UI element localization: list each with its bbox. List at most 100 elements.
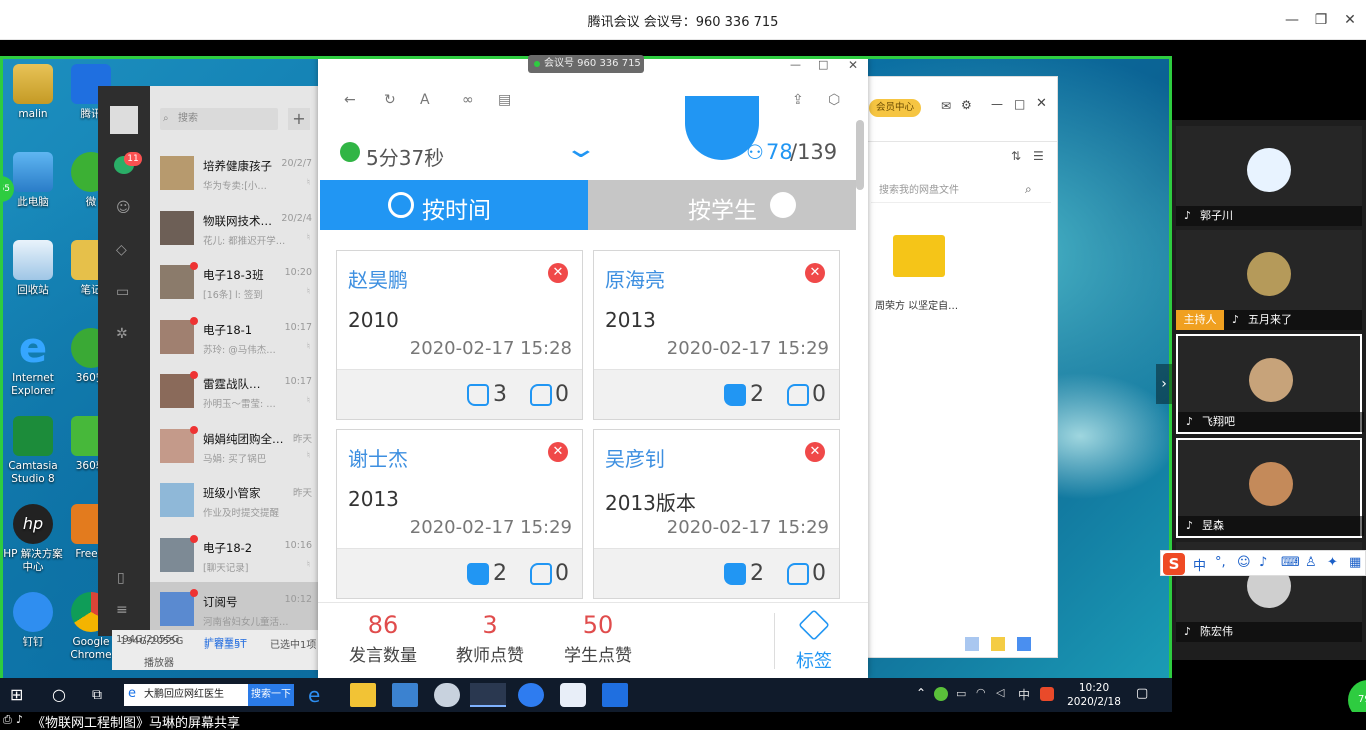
close-button[interactable]: ✕ <box>848 58 858 72</box>
desktop-icon-hp[interactable]: hp HP 解决方案中心 <box>0 504 66 574</box>
maximize-button[interactable]: □ <box>1014 97 1025 111</box>
folder-icon[interactable]: ▭ <box>116 284 129 300</box>
chat-list-item[interactable]: 班级小管家 昨天 作业及时提交提醒 <box>150 473 320 527</box>
emoji-icon[interactable]: ☺ <box>1237 555 1251 570</box>
menu-icon[interactable]: ≡ <box>116 602 128 618</box>
sogou-icon[interactable]: S <box>1163 553 1185 575</box>
refresh-icon[interactable]: ↻ <box>384 92 396 108</box>
desktop-icon-ie[interactable]: e Internet Explorer <box>0 327 66 398</box>
thumbs-up-icon[interactable] <box>467 563 489 585</box>
store-icon[interactable] <box>392 683 418 707</box>
thumbs-down-icon[interactable] <box>787 563 809 585</box>
upload-icon[interactable] <box>991 637 1005 651</box>
notification-icon[interactable]: ▢ <box>1136 686 1148 701</box>
sogou-tray-icon[interactable] <box>1040 687 1054 701</box>
tag-icon[interactable] <box>798 609 830 641</box>
folder-icon[interactable] <box>893 235 945 277</box>
box-icon[interactable]: ◇ <box>116 242 127 258</box>
close-button[interactable]: ✕ <box>1340 10 1360 30</box>
thumbs-up-icon[interactable] <box>724 384 746 406</box>
chat-list-item[interactable]: 电子18-1 10:17 苏玲: @马伟杰… ♮ <box>150 310 320 364</box>
task-view-icon[interactable]: ⧉ <box>92 683 118 707</box>
font-icon[interactable]: A <box>420 92 430 108</box>
chat-list-item[interactable]: 娟娟纯团购全… 昨天 马娟: 买了锅巴 ♮ <box>150 419 320 473</box>
maximize-button[interactable]: □ <box>818 58 828 71</box>
desktop-icon-recycle-bin[interactable]: 回收站 <box>0 240 66 297</box>
delete-icon[interactable]: ✕ <box>805 442 825 462</box>
minimize-button[interactable]: — <box>991 97 1003 111</box>
search-button[interactable]: 搜索一下 <box>248 684 294 706</box>
search-circle-icon[interactable]: ○ <box>52 683 78 707</box>
clock[interactable]: 10:20 2020/2/18 <box>1066 681 1122 709</box>
share-icon[interactable]: ⇪ <box>792 92 804 108</box>
wechat-taskbar-icon[interactable] <box>470 683 506 707</box>
reply-card[interactable]: 原海亮 ✕ 2013 2020-02-17 15:29 2 0 <box>593 250 840 420</box>
desktop-icon-camtasia[interactable]: Camtasia Studio 8 <box>0 416 66 486</box>
volume-icon[interactable]: ◁ <box>996 686 1004 699</box>
keyboard-icon[interactable]: ⌨ <box>1281 555 1300 570</box>
avatar[interactable] <box>110 106 138 134</box>
minimize-button[interactable]: — <box>1282 10 1302 30</box>
vip-center-button[interactable]: 会员中心 <box>869 99 921 117</box>
chat-list-item[interactable]: 雷霆战队… 10:17 孙明玉～雷莹: … ♮ <box>150 364 320 418</box>
battery-icon[interactable]: ▭ <box>956 687 966 700</box>
thumbs-up-icon[interactable] <box>467 384 489 406</box>
window-icon[interactable]: ▤ <box>498 92 511 108</box>
add-button[interactable]: + <box>288 108 310 130</box>
tencent-meeting-icon[interactable] <box>602 683 628 707</box>
disk-search-input[interactable]: 搜索我的网盘文件 <box>871 179 1051 203</box>
chat-list-item[interactable]: 电子18-3班 10:20 [16条] l: 签到 ♮ <box>150 255 320 309</box>
edge-icon[interactable]: e <box>308 683 334 707</box>
settings-icon[interactable]: ⚙ <box>961 98 972 112</box>
360-tray-icon[interactable] <box>934 687 948 701</box>
scrollbar[interactable] <box>856 120 864 190</box>
participant-tile[interactable]: ♪ 昱森 <box>1176 438 1364 538</box>
reply-card[interactable]: 吴彦钊 ✕ 2013版本 2020-02-17 15:29 2 0 <box>593 429 840 599</box>
tab-by-student[interactable]: 按学生 <box>588 180 856 230</box>
gear-icon[interactable]: ✲ <box>116 326 128 342</box>
chat-list-item[interactable]: 订阅号 10:12 河南省妇女儿童活… <box>150 582 320 636</box>
restore-button[interactable]: ❐ <box>1311 10 1331 30</box>
search-icon[interactable]: ⌕ <box>1025 182 1032 197</box>
search-input[interactable]: 搜索 <box>160 108 278 130</box>
grid-menu-icon[interactable]: ▦ <box>1349 555 1361 570</box>
minimize-button[interactable]: — <box>790 58 801 71</box>
thumbs-up-icon[interactable] <box>724 563 746 585</box>
phone-icon[interactable]: ▯ <box>117 570 125 586</box>
mail-icon[interactable]: ✉ <box>941 99 951 113</box>
person-icon[interactable]: ♙ <box>1305 555 1317 570</box>
k-app-icon[interactable] <box>518 683 544 707</box>
delete-icon[interactable]: ✕ <box>805 263 825 283</box>
back-icon[interactable]: ← <box>344 92 356 108</box>
lock-icon[interactable] <box>1017 637 1031 651</box>
tag-label[interactable]: 标签 <box>796 647 832 673</box>
file-explorer-icon[interactable] <box>350 683 376 707</box>
tab-by-time[interactable]: 按时间 <box>320 180 588 230</box>
thumbs-down-icon[interactable] <box>530 384 552 406</box>
microphone-icon[interactable]: ♪ <box>1259 555 1267 570</box>
delete-icon[interactable]: ✕ <box>548 442 568 462</box>
grid-icon[interactable] <box>965 637 979 651</box>
desktop-icon-malin[interactable]: malin <box>0 64 66 121</box>
network-app-icon[interactable] <box>560 683 586 707</box>
participant-tile[interactable]: ♪ 飞翔吧 <box>1176 334 1364 434</box>
chevron-down-icon[interactable]: ⌄ <box>563 134 598 164</box>
ime-chinese-toggle[interactable]: 中 <box>1193 555 1206 574</box>
chat-list-item[interactable]: 物联网技术… 20/2/4 花儿: 都推迟开学… ♮ <box>150 201 320 255</box>
chat-list-item[interactable]: 培养健康孩子 20/2/7 华为专卖:[小… ♮ <box>150 146 320 200</box>
thumbs-down-icon[interactable] <box>530 563 552 585</box>
sort-icon[interactable]: ⇅ <box>1011 149 1021 163</box>
chat-list-item[interactable]: 电子18-2 10:16 [聊天记录] ♮ <box>150 528 320 582</box>
delete-icon[interactable]: ✕ <box>548 263 568 283</box>
list-view-icon[interactable]: ☰ <box>1033 149 1044 163</box>
participant-tile[interactable]: ♪ 五月来了 主持人 <box>1176 230 1362 330</box>
desktop-icon-dingtalk[interactable]: 钉钉 <box>0 592 66 649</box>
windows-start-icon[interactable]: ⊞ <box>10 683 36 707</box>
browser-search-box[interactable]: 大鹏回应网红医生 <box>124 684 248 706</box>
reply-card[interactable]: 赵昊鹏 ✕ 2010 2020-02-17 15:28 3 0 <box>336 250 583 420</box>
link-icon[interactable]: ∞ <box>462 92 474 108</box>
shirt-icon[interactable]: ✦ <box>1327 555 1338 570</box>
participant-tile[interactable]: ♪ 郭子川 <box>1176 126 1362 226</box>
reply-card[interactable]: 谢士杰 ✕ 2013 2020-02-17 15:29 2 0 <box>336 429 583 599</box>
paint-icon[interactable] <box>434 683 460 707</box>
